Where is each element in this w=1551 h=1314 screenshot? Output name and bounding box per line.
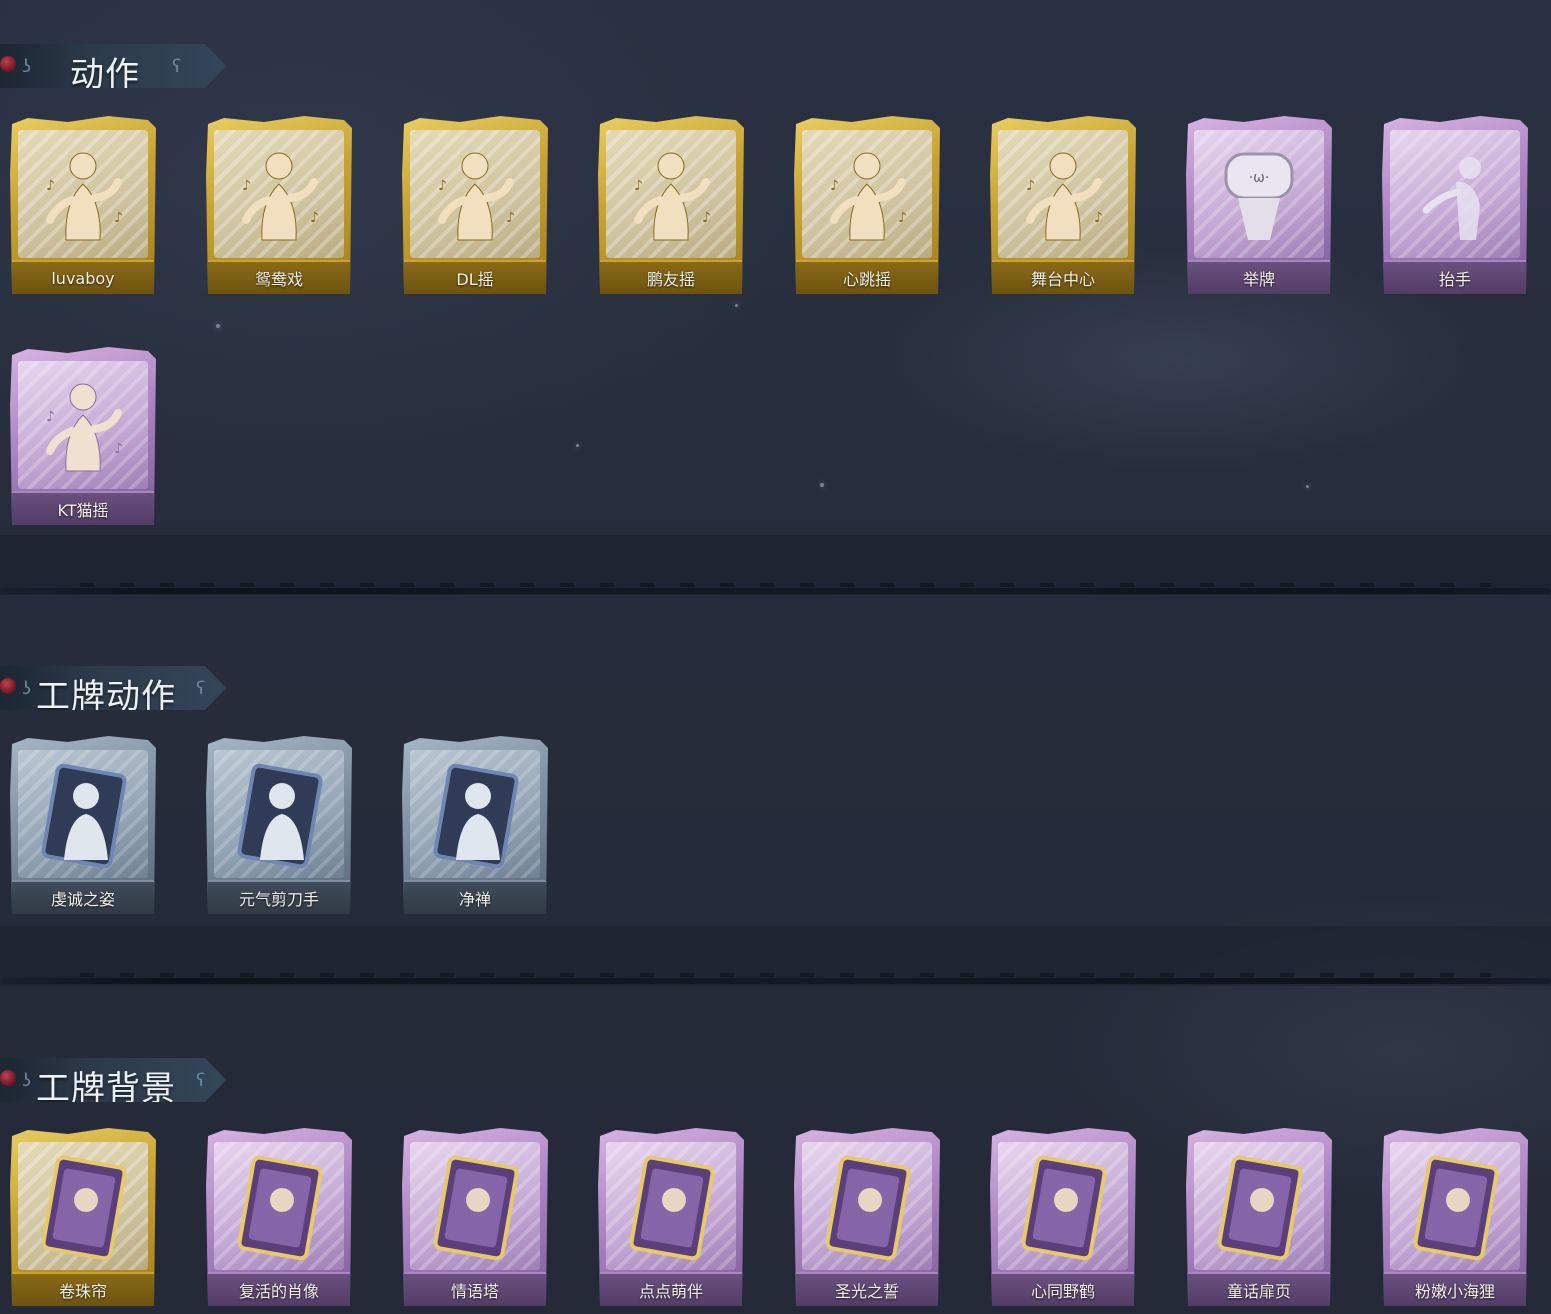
section-shade (0, 926, 1551, 986)
swirl-ornament-icon: ʕ (196, 678, 206, 699)
item-label: 心跳摇 (796, 260, 938, 294)
section-title: 动作 (70, 55, 140, 95)
item-label: KT猫摇 (12, 491, 154, 525)
dance-figure-icon: ♪ ♪ (812, 136, 922, 256)
item-label: 情语塔 (404, 1272, 546, 1306)
item-card[interactable]: ·ω· 举牌 (1184, 114, 1334, 294)
item-label: 舞台中心 (992, 260, 1134, 294)
item-card[interactable]: ♪ ♪ DL摇 (400, 114, 550, 294)
item-label: 童话扉页 (1188, 1272, 1330, 1306)
item-card[interactable]: 心同野鹤 (988, 1126, 1138, 1306)
item-label: 点点萌伴 (600, 1272, 742, 1306)
background-card-icon (1400, 1148, 1510, 1268)
swirl-ornament-icon: ʖ (22, 1070, 32, 1091)
item-label: luvaboy (12, 260, 154, 294)
svg-text:♪: ♪ (830, 178, 839, 194)
background-card-icon (224, 1148, 334, 1268)
item-card[interactable]: ♪ ♪ 心跳摇 (792, 114, 942, 294)
item-label: 举牌 (1188, 260, 1330, 294)
sign-holding-icon: ·ω· (1204, 136, 1314, 256)
svg-text:♪: ♪ (46, 178, 55, 194)
background-card-icon (1008, 1148, 1118, 1268)
section-header-actions: ʖ 动作 ʕ (0, 44, 226, 88)
dance-figure-icon: ♪ ♪ (420, 136, 530, 256)
swirl-ornament-icon: ʖ (22, 678, 32, 699)
swirl-ornament-icon: ʖ (22, 56, 32, 77)
background-card-icon (420, 1148, 530, 1268)
item-card[interactable]: 童话扉页 (1184, 1126, 1334, 1306)
svg-text:♪: ♪ (114, 441, 123, 457)
item-card[interactable]: 情语塔 (400, 1126, 550, 1306)
svg-text:♪: ♪ (898, 210, 907, 226)
section-title: 工牌动作 (36, 677, 176, 717)
item-card[interactable]: 复活的肖像 (204, 1126, 354, 1306)
swirl-ornament-icon: ʕ (172, 56, 182, 77)
dance-figure-icon: ♪ ♪ (28, 367, 138, 487)
item-card[interactable]: ♪ ♪ KT猫摇 (8, 345, 158, 525)
section-divider (0, 583, 1551, 594)
item-label: 粉嫩小海狸 (1384, 1272, 1526, 1306)
item-card[interactable]: 卷珠帘 (8, 1126, 158, 1306)
section-divider (0, 973, 1551, 984)
svg-text:♪: ♪ (242, 178, 251, 194)
background-card-icon (812, 1148, 922, 1268)
background-card-icon (28, 1148, 138, 1268)
background-card-icon (1204, 1148, 1314, 1268)
svg-text:·ω·: ·ω· (1249, 170, 1270, 186)
pin-icon (0, 1070, 16, 1086)
background-card-icon (616, 1148, 726, 1268)
item-card[interactable]: ♪ ♪ 鹏友摇 (596, 114, 746, 294)
background-star (820, 483, 824, 487)
background-star (735, 304, 738, 307)
item-label: 心同野鹤 (992, 1272, 1134, 1306)
badge-pose-icon (224, 756, 334, 876)
dance-figure-icon: ♪ ♪ (28, 136, 138, 256)
item-label: DL摇 (404, 260, 546, 294)
dance-figure-icon: ♪ ♪ (224, 136, 334, 256)
svg-text:♪: ♪ (438, 178, 447, 194)
badge-pose-icon (420, 756, 530, 876)
item-card[interactable]: 净禅 (400, 734, 550, 914)
section-title: 工牌背景 (36, 1069, 176, 1109)
item-card[interactable]: 圣光之誓 (792, 1126, 942, 1306)
section-header-badge-backgrounds: ʖ 工牌背景 ʕ (0, 1058, 226, 1102)
svg-text:♪: ♪ (1094, 210, 1103, 226)
badge-pose-icon (28, 756, 138, 876)
dance-figure-icon: ♪ ♪ (616, 136, 726, 256)
dance-figure-icon: ♪ ♪ (1008, 136, 1118, 256)
svg-text:♪: ♪ (1026, 178, 1035, 194)
background-star (216, 324, 220, 328)
item-card[interactable]: 元气剪刀手 (204, 734, 354, 914)
item-label: 复活的肖像 (208, 1272, 350, 1306)
item-card[interactable]: ♪ ♪ luvaboy (8, 114, 158, 294)
item-card[interactable]: ♪ ♪ 鸳鸯戏 (204, 114, 354, 294)
item-label: 鹏友摇 (600, 260, 742, 294)
item-label: 净禅 (404, 880, 546, 914)
pin-icon (0, 678, 16, 694)
item-label: 虔诚之姿 (12, 880, 154, 914)
raise-hand-icon (1400, 136, 1510, 256)
svg-text:♪: ♪ (634, 178, 643, 194)
item-card[interactable]: 点点萌伴 (596, 1126, 746, 1306)
item-label: 元气剪刀手 (208, 880, 350, 914)
svg-text:♪: ♪ (506, 210, 515, 226)
section-header-badge-actions: ʖ 工牌动作 ʕ (0, 666, 226, 710)
item-card[interactable]: 抬手 (1380, 114, 1530, 294)
svg-text:♪: ♪ (310, 210, 319, 226)
background-star (576, 444, 579, 447)
item-label: 圣光之誓 (796, 1272, 938, 1306)
svg-text:♪: ♪ (702, 210, 711, 226)
item-card[interactable]: ♪ ♪ 舞台中心 (988, 114, 1138, 294)
svg-text:♪: ♪ (114, 210, 123, 226)
item-card[interactable]: 虔诚之姿 (8, 734, 158, 914)
item-label: 鸳鸯戏 (208, 260, 350, 294)
item-card[interactable]: 粉嫩小海狸 (1380, 1126, 1530, 1306)
item-label: 卷珠帘 (12, 1272, 154, 1306)
item-label: 抬手 (1384, 260, 1526, 294)
background-star (1306, 485, 1309, 488)
swirl-ornament-icon: ʕ (196, 1070, 206, 1091)
svg-text:♪: ♪ (46, 409, 55, 425)
pin-icon (0, 56, 16, 72)
